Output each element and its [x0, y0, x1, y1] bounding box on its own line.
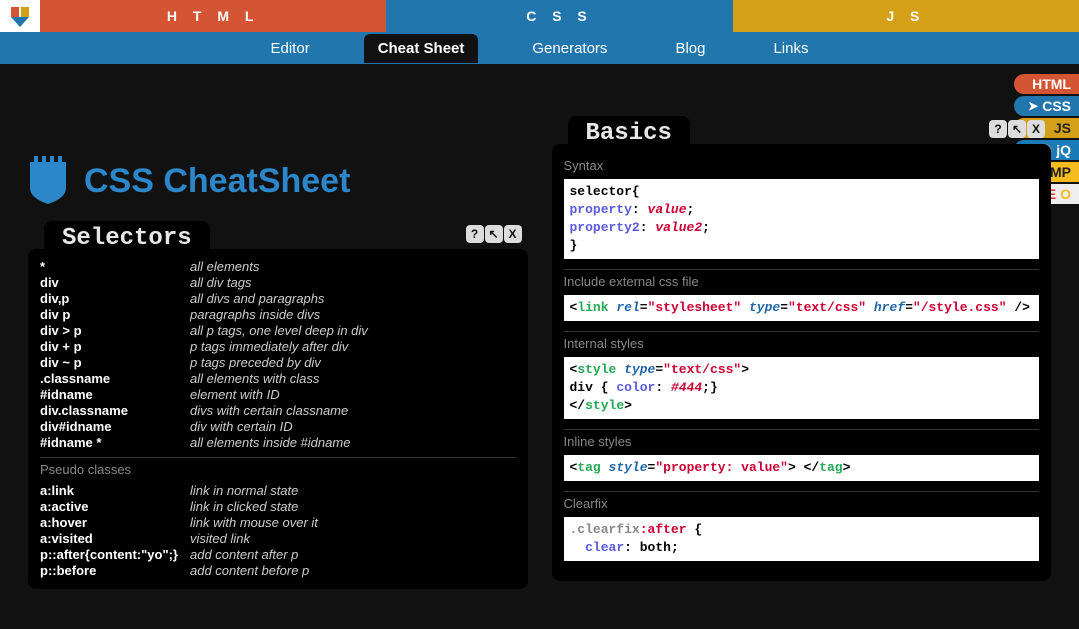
subnav-generators[interactable]: Generators — [518, 34, 621, 63]
card-basics-title: Basics — [568, 116, 690, 151]
card-selectors: Selectors ? ↖ X *all elementsdivall div … — [28, 249, 528, 589]
external-label: Include external css file — [564, 269, 1040, 293]
selector-code: div,p — [40, 291, 190, 307]
selector-desc: p tags immediately after div — [190, 339, 348, 355]
selector-code: #idname * — [40, 435, 190, 451]
help-button[interactable]: ? — [466, 225, 484, 243]
pseudo-code: a:active — [40, 499, 190, 515]
logo-icon[interactable] — [0, 0, 40, 32]
page-title: CSS CheatSheet — [84, 162, 350, 201]
clearfix-block: .clearfix:after { clear: both; — [564, 517, 1040, 561]
pseudo-code: a:visited — [40, 531, 190, 547]
selector-row: div#idnamediv with certain ID — [40, 419, 516, 435]
pseudo-row: a:visitedvisited link — [40, 531, 516, 547]
selector-desc: all div tags — [190, 275, 251, 291]
close-button[interactable]: X — [1027, 120, 1045, 138]
pseudo-label: Pseudo classes — [40, 457, 516, 481]
internal-block: <style type="text/css"> div { color: #44… — [564, 357, 1040, 419]
help-button[interactable]: ? — [989, 120, 1007, 138]
pseudo-row: p::after{content:"yo";}add content after… — [40, 547, 516, 563]
selector-row: div ~ pp tags preceded by div — [40, 355, 516, 371]
selector-row: div.classnamedivs with certain classname — [40, 403, 516, 419]
shield-icon — [28, 154, 68, 209]
selector-code: div p — [40, 307, 190, 323]
selector-desc: div with certain ID — [190, 419, 293, 435]
tab-css[interactable]: C S S — [386, 0, 732, 32]
selector-code: div.classname — [40, 403, 190, 419]
subnav-links[interactable]: Links — [759, 34, 822, 63]
selector-row: divall div tags — [40, 275, 516, 291]
selector-row: div,pall divs and paragraphs — [40, 291, 516, 307]
selector-code: div#idname — [40, 419, 190, 435]
selector-code: div > p — [40, 323, 190, 339]
pseudo-desc: link in clicked state — [190, 499, 298, 515]
badge-css[interactable]: ➤ CSS — [1014, 96, 1079, 116]
selector-desc: all elements with class — [190, 371, 319, 387]
selector-row: div > pall p tags, one level deep in div — [40, 323, 516, 339]
tab-html[interactable]: H T M L — [40, 0, 386, 32]
selector-row: #idname *all elements inside #idname — [40, 435, 516, 451]
pseudo-desc: link in normal state — [190, 483, 298, 499]
pseudo-desc: visited link — [190, 531, 250, 547]
selector-row: #idnameelement with ID — [40, 387, 516, 403]
subnav-blog[interactable]: Blog — [661, 34, 719, 63]
inline-label: Inline styles — [564, 429, 1040, 453]
selector-desc: all p tags, one level deep in div — [190, 323, 368, 339]
syntax-block: selector{ property: value; property2: va… — [564, 179, 1040, 259]
selector-desc: paragraphs inside divs — [190, 307, 320, 323]
expand-button[interactable]: ↖ — [1008, 120, 1026, 138]
pseudo-row: a:linklink in normal state — [40, 483, 516, 499]
selector-desc: p tags preceded by div — [190, 355, 321, 371]
selector-desc: all divs and paragraphs — [190, 291, 324, 307]
inline-block: <tag style="property: value"> </tag> — [564, 455, 1040, 481]
selector-desc: all elements — [190, 259, 259, 275]
selector-code: div + p — [40, 339, 190, 355]
badge-html[interactable]: HTML — [1014, 74, 1079, 94]
pseudo-code: a:link — [40, 483, 190, 499]
pseudo-code: a:hover — [40, 515, 190, 531]
badge-jq-label: jQ — [1056, 142, 1071, 158]
selector-desc: divs with certain classname — [190, 403, 348, 419]
card-basics: Basics ? ↖ X Syntax selector{ property: … — [552, 144, 1052, 581]
selector-desc: all elements inside #idname — [190, 435, 350, 451]
external-block: <link rel="stylesheet" type="text/css" h… — [564, 295, 1040, 321]
badge-css-label: CSS — [1042, 98, 1071, 114]
internal-label: Internal styles — [564, 331, 1040, 355]
selector-code: * — [40, 259, 190, 275]
selector-row: div pparagraphs inside divs — [40, 307, 516, 323]
tab-js[interactable]: J S — [733, 0, 1079, 32]
subnav: Editor Cheat Sheet Generators Blog Links — [0, 32, 1079, 64]
close-button[interactable]: X — [504, 225, 522, 243]
pseudo-row: a:hoverlink with mouse over it — [40, 515, 516, 531]
selector-code: .classname — [40, 371, 190, 387]
pseudo-code: p::after{content:"yo";} — [40, 547, 190, 563]
selector-code: #idname — [40, 387, 190, 403]
selector-row: .classnameall elements with class — [40, 371, 516, 387]
pseudo-row: a:activelink in clicked state — [40, 499, 516, 515]
syntax-label: Syntax — [564, 154, 1040, 177]
pseudo-desc: link with mouse over it — [190, 515, 318, 531]
clearfix-label: Clearfix — [564, 491, 1040, 515]
expand-button[interactable]: ↖ — [485, 225, 503, 243]
arrow-icon: ➤ — [1028, 99, 1038, 113]
selector-row: *all elements — [40, 259, 516, 275]
card-selectors-title: Selectors — [44, 221, 210, 256]
subnav-cheat[interactable]: Cheat Sheet — [364, 34, 479, 63]
pseudo-desc: add content after p — [190, 547, 298, 563]
selector-row: div + pp tags immediately after div — [40, 339, 516, 355]
selector-code: div — [40, 275, 190, 291]
subnav-editor[interactable]: Editor — [257, 34, 324, 63]
selector-desc: element with ID — [190, 387, 280, 403]
selector-code: div ~ p — [40, 355, 190, 371]
